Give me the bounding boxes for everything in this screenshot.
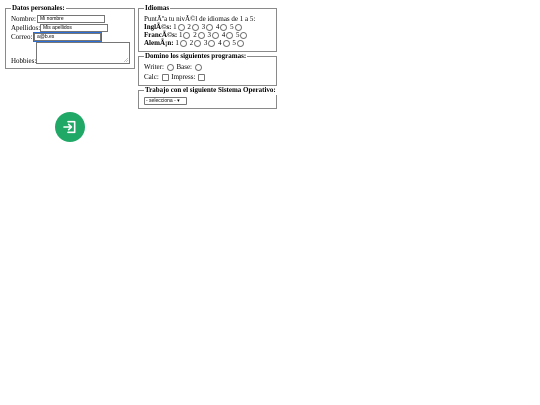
languages-legend: Idiomas: [144, 4, 171, 13]
radio-button[interactable]: [226, 32, 234, 39]
program-label: Calc:: [144, 73, 159, 81]
email-label: Correo:: [11, 33, 33, 41]
option-label: 1: [173, 23, 177, 31]
resize-grip-icon[interactable]: [124, 58, 128, 62]
os-legend: Trabajo con el siguiente Sistema Operati…: [144, 86, 277, 95]
os-select-value: - selecciona -: [146, 98, 176, 104]
os-fieldset: Trabajo con el siguiente Sistema Operati…: [138, 86, 277, 109]
radio-button[interactable]: [194, 64, 202, 71]
option-label: 1: [178, 31, 183, 39]
radio-button[interactable]: [191, 24, 199, 31]
radio-button[interactable]: [197, 32, 205, 39]
option-label: 5: [232, 39, 236, 47]
programs-row-1: Writer: Base:: [144, 63, 203, 72]
radio-button[interactable]: [179, 40, 187, 47]
radio-button[interactable]: [211, 32, 219, 39]
option-label: 5: [230, 23, 234, 31]
language-label: AlemÃ¡n:: [144, 39, 174, 48]
programs-row-2: Calc: Impress:: [144, 73, 206, 82]
language-label: FrancÃ©s:: [144, 31, 178, 40]
email-input[interactable]: a@b.es: [33, 32, 102, 42]
radio-button[interactable]: [208, 40, 216, 47]
chevron-down-icon: ▾: [177, 98, 180, 104]
radio-button[interactable]: [234, 24, 242, 31]
hobbies-label: Hobbies:: [11, 57, 37, 65]
name-input[interactable]: Mi nombre: [37, 15, 105, 23]
radio-button[interactable]: [194, 40, 202, 47]
hobbies-textarea[interactable]: [36, 42, 130, 64]
program-label: Base:: [176, 63, 192, 71]
radio-button[interactable]: [177, 24, 185, 31]
language-row-german: AlemÃ¡n: 1 2 3 4 5: [144, 39, 245, 48]
option-label: 1: [175, 39, 179, 47]
radio-button[interactable]: [220, 24, 228, 31]
radio-button[interactable]: [240, 32, 248, 39]
os-select[interactable]: - selecciona - ▾: [144, 97, 187, 105]
surname-input[interactable]: Mis apellidos: [40, 24, 108, 32]
personal-data-fieldset: Datos personales: Nombre: Mi nombre Apel…: [5, 4, 135, 69]
language-label: InglÃ©s:: [144, 23, 172, 32]
checkbox[interactable]: [161, 74, 169, 81]
radio-button[interactable]: [222, 40, 230, 47]
option-label: 4: [221, 31, 226, 39]
checkbox[interactable]: [198, 74, 206, 81]
personal-data-legend: Datos personales:: [11, 4, 66, 13]
programs-legend: Domino los siguientes programas:: [144, 52, 248, 61]
name-label: Nombre:: [11, 15, 36, 23]
option-label: 2: [187, 23, 191, 31]
radio-button[interactable]: [183, 32, 191, 39]
option-label: 4: [218, 39, 222, 47]
radio-button[interactable]: [166, 64, 174, 71]
option-label: 4: [215, 23, 220, 31]
option-label: 3: [203, 39, 208, 47]
program-label: Writer:: [144, 63, 164, 71]
programs-fieldset: Domino los siguientes programas: Writer:…: [138, 52, 277, 86]
radio-button[interactable]: [206, 24, 214, 31]
option-label: 2: [189, 39, 194, 47]
surname-label: Apellidos:: [11, 24, 41, 32]
program-label: Impress:: [171, 73, 196, 81]
option-label: 3: [207, 31, 211, 39]
login-button[interactable]: [55, 112, 85, 142]
languages-fieldset: Idiomas PuntÃºa tu nivÃ©l de idiomas de …: [138, 4, 277, 52]
option-label: 5: [235, 31, 240, 39]
login-icon: [63, 120, 76, 134]
option-label: 2: [193, 31, 197, 39]
option-label: 3: [201, 23, 206, 31]
radio-button[interactable]: [236, 40, 244, 47]
